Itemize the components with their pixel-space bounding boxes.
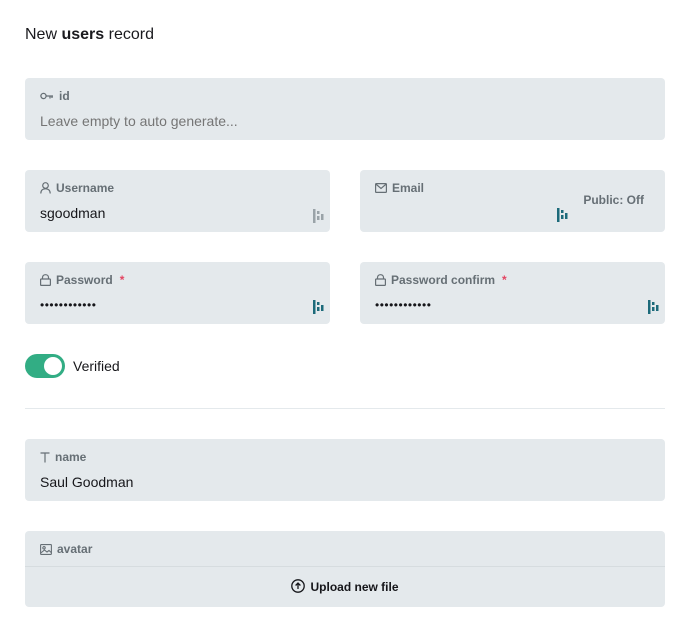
image-icon: [40, 543, 52, 555]
mail-icon: [375, 183, 387, 193]
name-field[interactable]: name Saul Goodman: [25, 439, 665, 501]
divider: [25, 408, 665, 409]
name-label: name: [40, 450, 86, 464]
id-label: id: [40, 89, 70, 103]
email-field[interactable]: Email Public: Off: [360, 170, 665, 232]
password-manager-icon[interactable]: [648, 300, 659, 314]
id-field[interactable]: id: [25, 78, 665, 140]
toggle-knob: [44, 357, 62, 375]
verified-toggle[interactable]: [25, 354, 65, 378]
username-field[interactable]: Username sgoodman: [25, 170, 330, 232]
username-input[interactable]: sgoodman: [40, 204, 105, 222]
key-icon: [40, 91, 54, 101]
password-input[interactable]: ••••••••••••: [40, 298, 96, 312]
verified-label[interactable]: Verified: [73, 358, 120, 374]
password-label: Password *: [40, 273, 124, 287]
email-visibility-toggle[interactable]: Public: Off: [583, 193, 644, 207]
id-input[interactable]: [40, 112, 540, 130]
password-manager-icon[interactable]: [313, 300, 324, 314]
password-confirm-label: Password confirm *: [375, 273, 507, 287]
email-label: Email: [375, 181, 424, 195]
password-field[interactable]: Password * ••••••••••••: [25, 262, 330, 324]
name-input[interactable]: Saul Goodman: [40, 473, 133, 491]
avatar-field: avatar Upload new file: [25, 531, 665, 607]
password-confirm-field[interactable]: Password confirm * ••••••••••••: [360, 262, 665, 324]
password-manager-icon[interactable]: [557, 208, 568, 222]
title-suffix: record: [108, 26, 154, 43]
title-prefix: New: [25, 26, 58, 43]
user-icon: [40, 182, 51, 194]
required-marker: *: [502, 273, 507, 287]
verified-row: Verified: [25, 354, 120, 378]
password-confirm-input[interactable]: ••••••••••••: [375, 298, 431, 312]
upload-file-button[interactable]: Upload new file: [25, 567, 665, 607]
avatar-label: avatar: [40, 542, 92, 556]
upload-cloud-icon: [291, 578, 306, 596]
record-form: New users record id Username: [0, 0, 689, 627]
upload-file-label: Upload new file: [310, 580, 399, 594]
title-collection: users: [61, 26, 105, 43]
page-title: New users record: [25, 24, 154, 46]
required-marker: *: [119, 273, 125, 287]
text-icon: [40, 451, 50, 463]
password-manager-icon[interactable]: [313, 209, 324, 223]
username-label: Username: [40, 181, 114, 195]
lock-icon: [375, 274, 386, 286]
lock-icon: [40, 274, 51, 286]
